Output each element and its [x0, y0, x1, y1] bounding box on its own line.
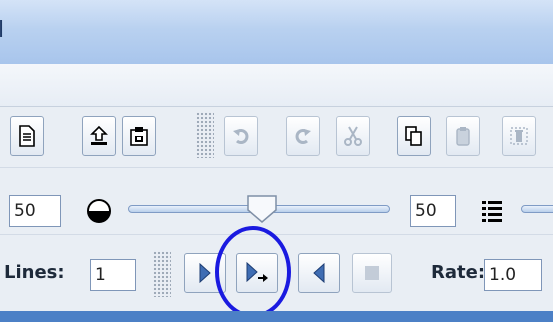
paste-button[interactable]: [446, 116, 480, 156]
lines-slider-track[interactable]: [521, 205, 553, 213]
paste-icon: [456, 127, 470, 146]
contrast-icon: [87, 199, 111, 223]
lines-label: Lines:: [4, 262, 65, 283]
clipboard-lock-icon: [130, 127, 148, 146]
play-icon: [199, 263, 211, 283]
bottom-bar: [0, 311, 553, 322]
list-lines-icon: [482, 201, 502, 222]
playback-toolbar-grip[interactable]: [153, 251, 171, 297]
cut-button[interactable]: [336, 116, 370, 156]
reverse-play-icon: [313, 263, 325, 283]
reverse-play-button[interactable]: [298, 253, 340, 293]
upload-icon: [90, 125, 108, 145]
copy-icon: [405, 126, 422, 146]
clipboard-lock-button[interactable]: [122, 116, 156, 156]
cut-icon: [344, 126, 362, 146]
redo-icon: [295, 129, 311, 144]
document-icon: [19, 125, 35, 147]
delete-button[interactable]: [502, 116, 536, 156]
redo-button[interactable]: [286, 116, 320, 156]
rate-field[interactable]: 1.0: [484, 259, 542, 291]
left-value-field[interactable]: 50: [9, 195, 61, 227]
toolbar-grip[interactable]: [196, 112, 214, 158]
undo-icon: [233, 129, 249, 144]
window-title-bar: l: [0, 0, 553, 64]
new-document-button[interactable]: [10, 116, 44, 156]
rate-label: Rate:: [431, 262, 486, 283]
window-title: l: [0, 18, 5, 43]
stop-icon: [365, 266, 379, 280]
menu-bar: [0, 64, 553, 107]
undo-button[interactable]: [224, 116, 258, 156]
highlight-circle: [215, 226, 291, 318]
upload-button[interactable]: [82, 116, 116, 156]
right-value-field[interactable]: 50: [410, 195, 456, 227]
contrast-slider-thumb[interactable]: [246, 194, 278, 224]
stop-button[interactable]: [352, 253, 392, 293]
copy-button[interactable]: [397, 116, 431, 156]
delete-icon: [510, 127, 528, 145]
lines-field[interactable]: 1: [90, 259, 136, 291]
